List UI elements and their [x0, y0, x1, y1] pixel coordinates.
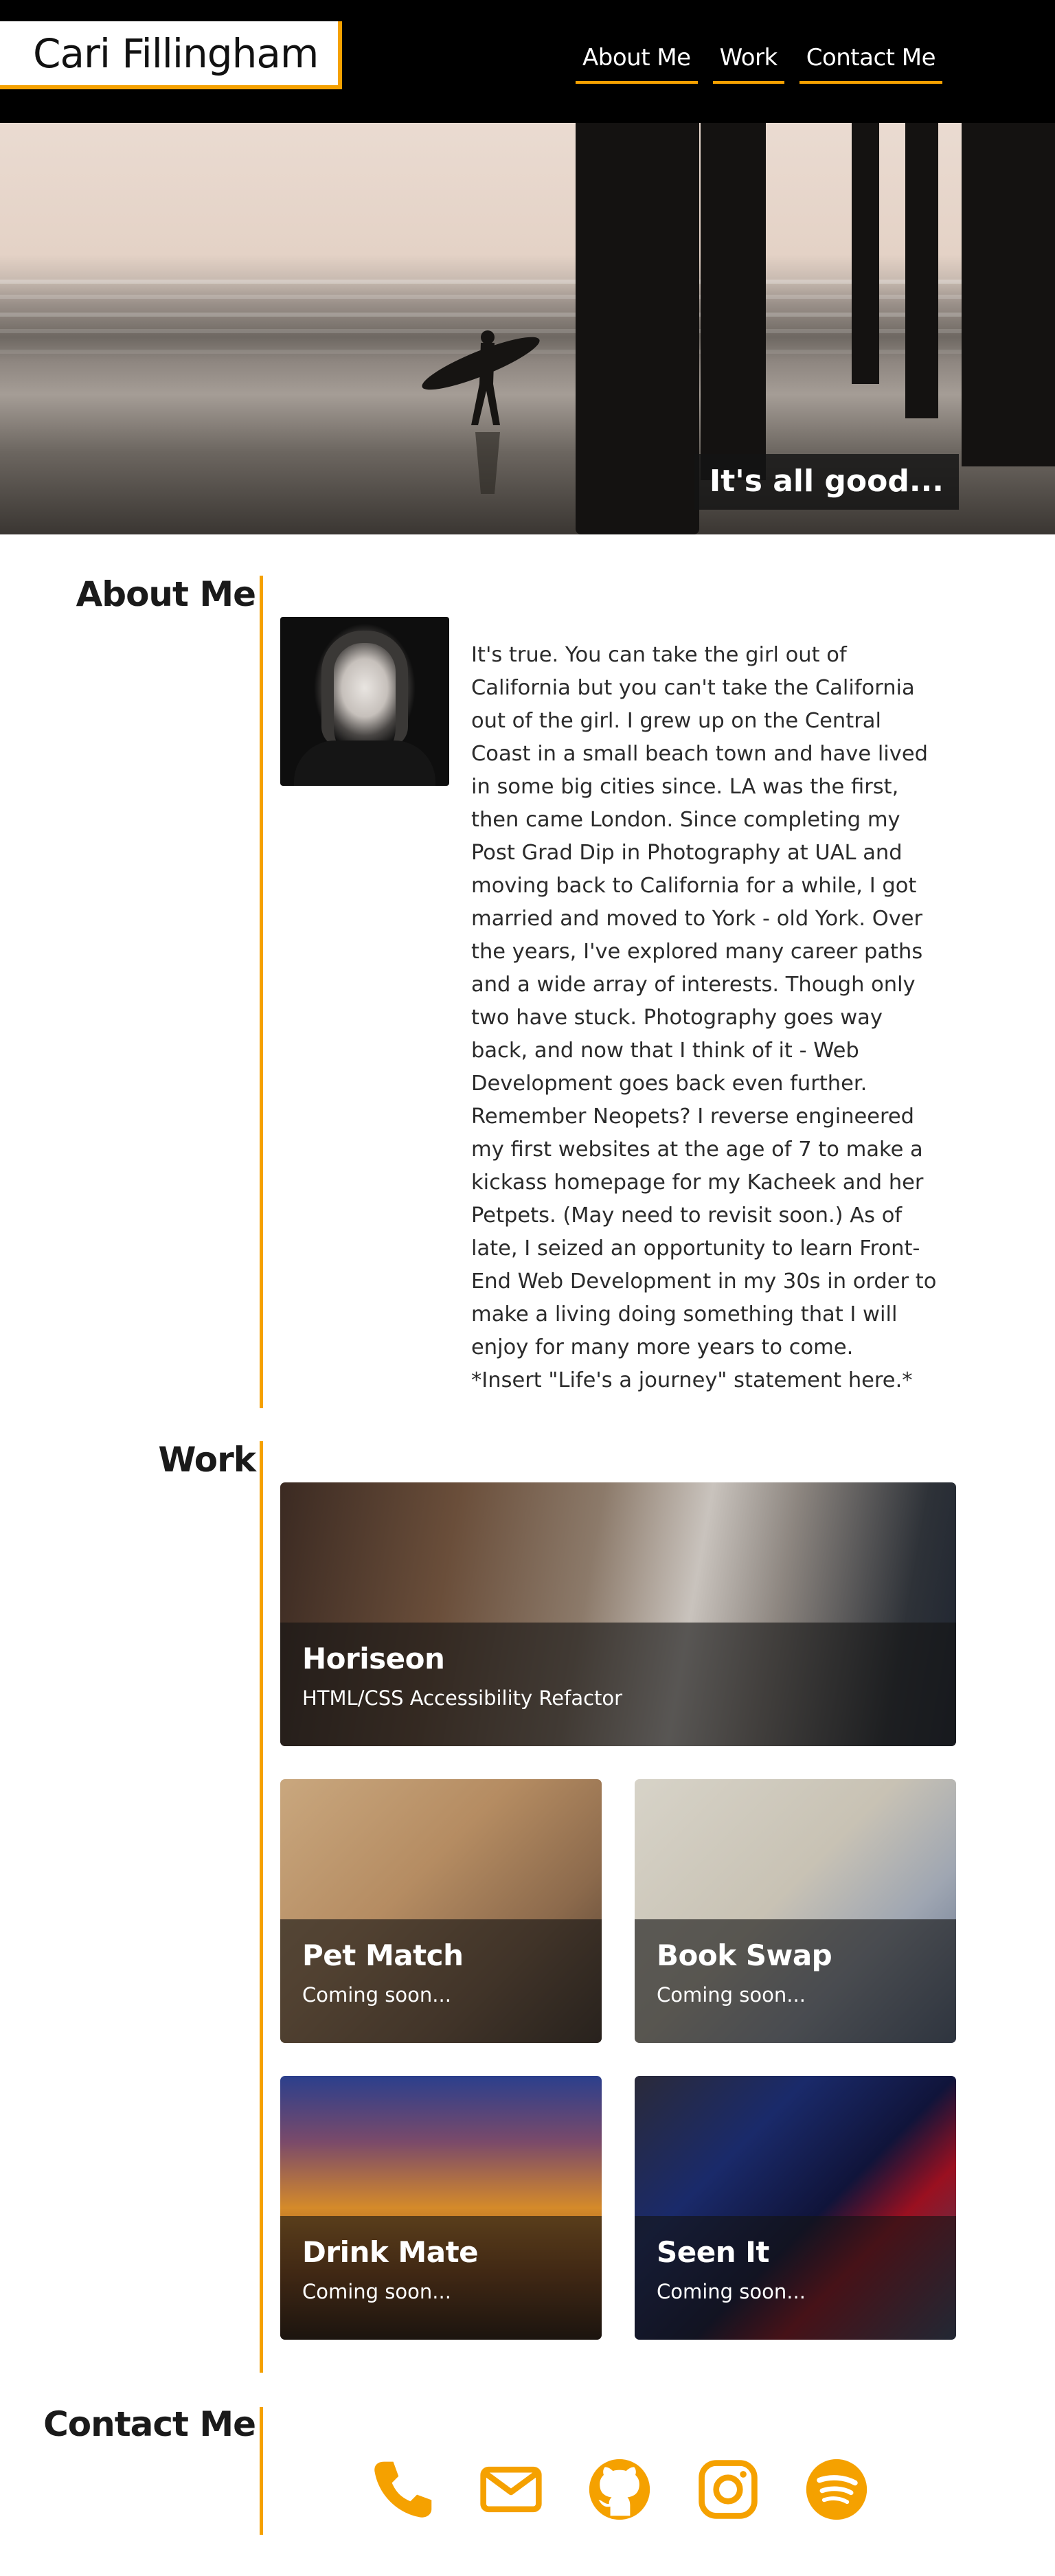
about-footnote: *Insert "Life's a journey" statement her…	[471, 1368, 913, 1392]
email-icon[interactable]	[477, 2455, 545, 2524]
phone-icon[interactable]	[368, 2455, 437, 2524]
hero-banner: It's all good...	[0, 123, 1055, 534]
github-icon[interactable]	[585, 2455, 654, 2524]
work-divider	[260, 1441, 263, 2373]
instagram-icon[interactable]	[694, 2455, 762, 2524]
brand-name: Cari Fillingham	[33, 30, 319, 77]
contact-divider	[260, 2407, 263, 2535]
main-nav: About Me Work Contact Me	[576, 40, 943, 84]
pier-pillar	[852, 123, 879, 384]
project-card-overlay: Pet Match Coming soon...	[280, 1919, 602, 2043]
project-title: Book Swap	[657, 1939, 832, 1972]
project-subtitle: Coming soon...	[302, 1983, 451, 2007]
site-header: Cari Fillingham About Me Work Contact Me	[0, 0, 1055, 123]
project-card-seen-it[interactable]: Seen It Coming soon...	[635, 2076, 956, 2340]
project-subtitle: Coming soon...	[302, 2280, 451, 2303]
profile-photo	[280, 617, 449, 786]
about-paragraph: It's true. You can take the girl out of …	[471, 643, 937, 1359]
hero-wave	[0, 313, 1055, 317]
project-subtitle: Coming soon...	[657, 2280, 806, 2303]
nav-link-contact[interactable]: Contact Me	[799, 40, 943, 84]
contact-icons	[368, 2455, 871, 2524]
work-heading: Work	[158, 1440, 256, 1480]
about-bio: It's true. You can take the girl out of …	[471, 639, 938, 1397]
project-card-horiseon[interactable]: Horiseon HTML/CSS Accessibility Refactor	[280, 1482, 956, 1746]
contact-heading: Contact Me	[43, 2404, 256, 2444]
pier-pillar	[962, 123, 1055, 466]
surfer-silhouette	[422, 330, 540, 494]
project-title: Seen It	[657, 2235, 769, 2269]
hero-wave	[0, 295, 1055, 299]
profile-photo-sweater	[294, 741, 435, 786]
project-card-drink-mate[interactable]: Drink Mate Coming soon...	[280, 2076, 602, 2340]
project-title: Drink Mate	[302, 2235, 479, 2269]
project-title: Pet Match	[302, 1939, 464, 1972]
about-divider	[260, 576, 263, 1408]
project-card-overlay: Book Swap Coming soon...	[635, 1919, 956, 2043]
brand-logo[interactable]: Cari Fillingham	[0, 21, 342, 89]
project-card-overlay: Drink Mate Coming soon...	[280, 2216, 602, 2340]
profile-photo-hair	[321, 631, 408, 747]
spotify-icon[interactable]	[802, 2455, 871, 2524]
pier-pillar	[701, 123, 766, 480]
project-subtitle: Coming soon...	[657, 1983, 806, 2007]
pier-pillar	[576, 123, 699, 534]
nav-link-work[interactable]: Work	[712, 40, 784, 84]
project-card-book-swap[interactable]: Book Swap Coming soon...	[635, 1779, 956, 2043]
about-heading: About Me	[76, 574, 256, 614]
pier-pillar	[905, 123, 938, 418]
project-subtitle: HTML/CSS Accessibility Refactor	[302, 1686, 623, 1710]
hero-caption: It's all good...	[694, 454, 959, 510]
project-card-pet-match[interactable]: Pet Match Coming soon...	[280, 1779, 602, 2043]
hero-wave	[0, 280, 1055, 284]
project-card-overlay: Seen It Coming soon...	[635, 2216, 956, 2340]
project-title: Horiseon	[302, 1642, 445, 1675]
project-card-overlay: Horiseon HTML/CSS Accessibility Refactor	[280, 1623, 956, 1746]
nav-link-about[interactable]: About Me	[576, 40, 698, 84]
